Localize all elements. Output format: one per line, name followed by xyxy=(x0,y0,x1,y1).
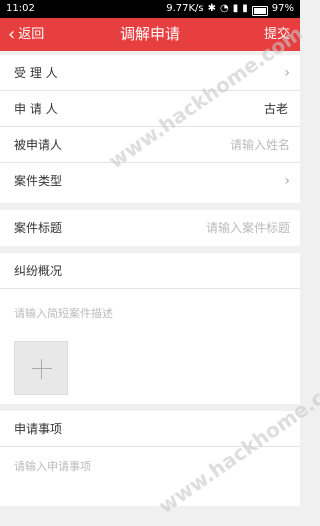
dispute-label: 纠纷概况 xyxy=(14,264,63,278)
wifi-icon: ◔ xyxy=(220,3,229,14)
request-textarea[interactable]: 请输入申请事项 xyxy=(14,458,91,474)
acceptor-label: 受 理 人 xyxy=(14,66,58,80)
case-type-label: 案件类型 xyxy=(14,174,63,188)
chevron-right-icon: › xyxy=(284,173,290,189)
case-title-row[interactable]: 案件标题 请输入案件标题 xyxy=(0,210,300,246)
status-time: 11:02 xyxy=(6,3,35,14)
case-title-section: 案件标题 请输入案件标题 xyxy=(0,210,300,246)
request-label: 申请事项 xyxy=(14,422,63,436)
respondent-input[interactable]: 请输入姓名 xyxy=(230,127,290,163)
chevron-right-icon: › xyxy=(284,65,290,81)
status-right: 9.77K/s ✱ ◔ ▮ ▮ 97% xyxy=(166,0,294,18)
signal-icon: ▮ xyxy=(232,3,239,14)
applicant-value: 古老 xyxy=(263,102,288,116)
respondent-label: 被申请人 xyxy=(14,138,63,152)
dispute-textarea[interactable]: 请输入简短案件描述 xyxy=(14,305,113,321)
network-speed: 9.77K/s xyxy=(166,3,204,14)
case-title-label: 案件标题 xyxy=(14,221,63,235)
applicant-label: 申 请 人 xyxy=(14,102,58,116)
battery-icon xyxy=(251,6,268,16)
case-title-input[interactable]: 请输入案件标题 xyxy=(206,210,290,246)
add-photo-button[interactable] xyxy=(14,341,68,395)
bluetooth-icon: ✱ xyxy=(207,3,216,14)
case-type-row[interactable]: 案件类型 › xyxy=(0,163,300,199)
battery-level: 97% xyxy=(271,3,294,14)
signal-icon-2: ▮ xyxy=(242,3,248,14)
dispute-header-row: 纠纷概况 xyxy=(0,253,300,289)
status-bar: 11:02 9.77K/s ✱ ◔ ▮ ▮ 97% xyxy=(0,0,300,18)
